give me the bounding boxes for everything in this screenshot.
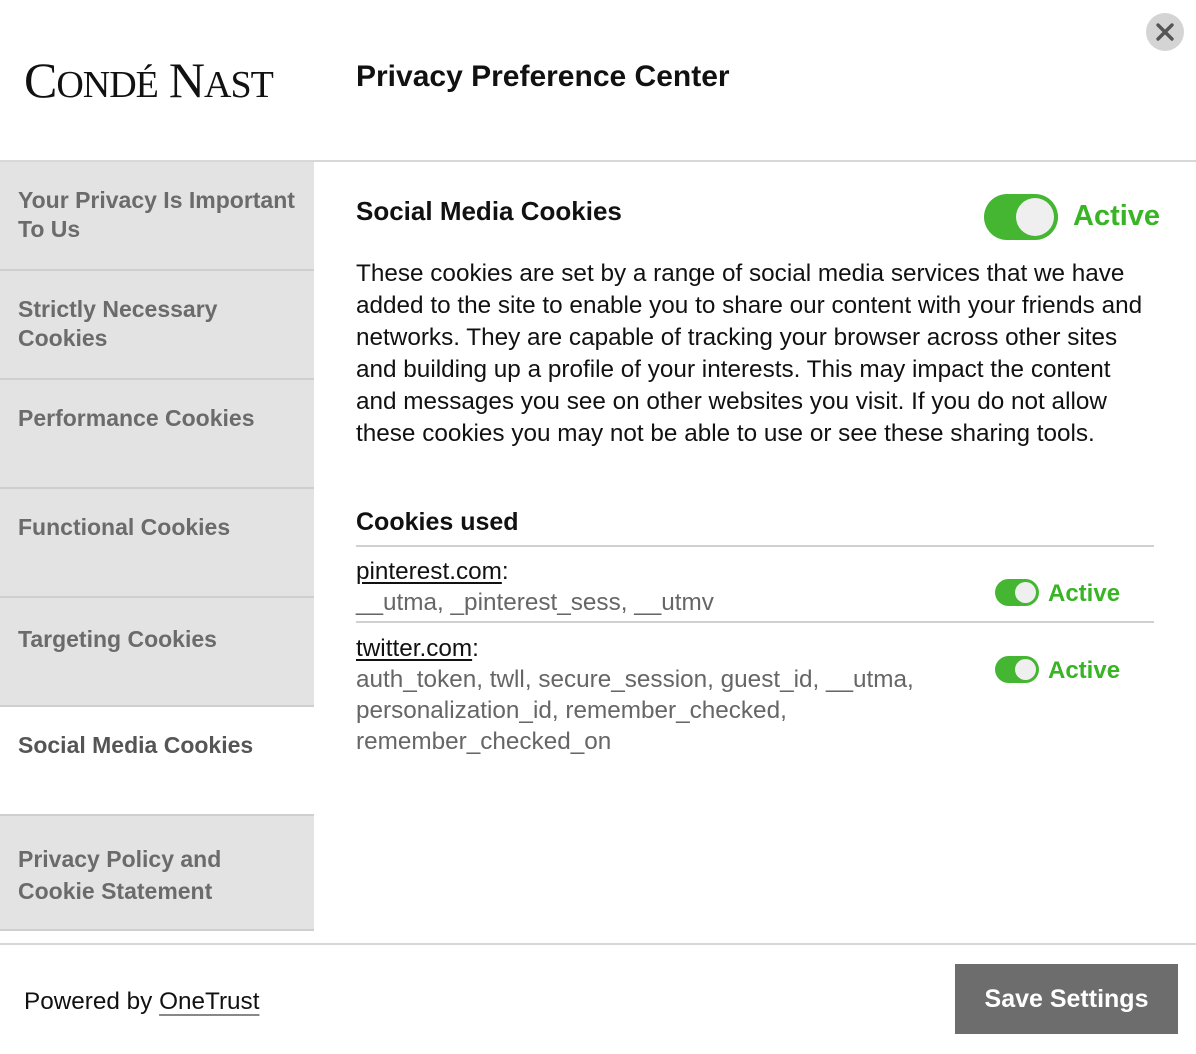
category-status-label: Active bbox=[1073, 200, 1161, 232]
sidebar-item-targeting[interactable]: Targeting Cookies bbox=[0, 598, 314, 707]
cookies-used-heading: Cookies used bbox=[356, 508, 519, 536]
save-settings-button[interactable]: Save Settings bbox=[955, 964, 1178, 1034]
vendor-toggle[interactable] bbox=[995, 579, 1039, 606]
close-icon bbox=[1156, 23, 1174, 41]
page-title: Privacy Preference Center bbox=[356, 60, 730, 93]
sidebar-item-social-media[interactable]: Social Media Cookies bbox=[0, 707, 314, 816]
vendor-cookies: __utma, _pinterest_sess, __utmv bbox=[356, 589, 714, 616]
powered-by-label: Powered by bbox=[24, 988, 153, 1015]
toggle-knob bbox=[1015, 659, 1036, 680]
header: CONDÉ NAST Privacy Preference Center bbox=[0, 0, 1196, 160]
close-button[interactable] bbox=[1146, 13, 1184, 51]
sidebar: Your Privacy Is Important To Us Strictly… bbox=[0, 162, 314, 931]
section-title: Social Media Cookies bbox=[356, 196, 622, 226]
vendor-cookies: auth_token, twll, secure_session, guest_… bbox=[356, 666, 914, 755]
footer-divider bbox=[0, 943, 1196, 945]
onetrust-link[interactable]: OneTrust bbox=[159, 988, 259, 1015]
brand-logo: CONDÉ NAST bbox=[24, 52, 274, 108]
sidebar-item-your-privacy[interactable]: Your Privacy Is Important To Us bbox=[0, 162, 314, 271]
category-description: These cookies are set by a range of soci… bbox=[356, 260, 1143, 447]
powered-by: Powered by OneTrust bbox=[24, 988, 259, 1016]
sidebar-item-functional[interactable]: Functional Cookies bbox=[0, 489, 314, 598]
toggle-knob bbox=[1015, 582, 1036, 603]
divider bbox=[356, 621, 1154, 623]
vendor-status-label: Active bbox=[1048, 580, 1121, 607]
vendor-row: twitter.com: auth_token, twll, secure_se… bbox=[356, 633, 1154, 757]
vendor-link[interactable]: twitter.com bbox=[356, 635, 472, 662]
vendor-link[interactable]: pinterest.com bbox=[356, 558, 502, 585]
category-toggle[interactable] bbox=[984, 194, 1058, 240]
vendor-toggle[interactable] bbox=[995, 656, 1039, 683]
sidebar-item-performance[interactable]: Performance Cookies bbox=[0, 380, 314, 489]
toggle-knob bbox=[1016, 198, 1054, 236]
sidebar-item-strictly-necessary[interactable]: Strictly Necessary Cookies bbox=[0, 271, 314, 380]
divider bbox=[356, 545, 1154, 547]
vendor-status-label: Active bbox=[1048, 657, 1121, 684]
sidebar-item-privacy-policy[interactable]: Privacy Policy and Cookie Statement bbox=[0, 816, 314, 931]
